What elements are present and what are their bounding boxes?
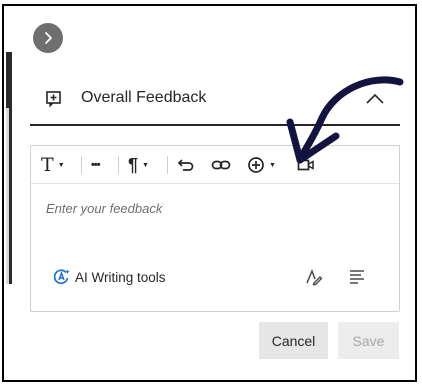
caret-down-icon: ▼	[269, 161, 276, 169]
section-title: Overall Feedback	[81, 89, 207, 106]
cancel-button[interactable]: Cancel	[259, 322, 328, 359]
font-pen-icon	[306, 268, 323, 286]
align-text-button[interactable]	[348, 267, 366, 290]
editor-toolbar: T ▼ ••• ¶ ▼ ▼	[31, 146, 399, 184]
align-left-icon	[350, 270, 364, 284]
more-icon: •••	[91, 159, 101, 171]
toolbar-separator	[118, 156, 119, 174]
expand-panel-button[interactable]	[33, 23, 63, 53]
toolbar-separator	[167, 156, 168, 174]
undo-button[interactable]	[177, 152, 195, 178]
undo-icon	[177, 159, 194, 171]
text-style-icon: T	[41, 154, 54, 176]
video-camera-icon	[297, 159, 314, 171]
record-video-button[interactable]	[297, 152, 315, 178]
feedback-add-icon	[46, 91, 61, 108]
caret-down-icon: ▼	[142, 161, 149, 169]
header-divider	[30, 124, 400, 126]
text-format-button[interactable]	[304, 267, 324, 292]
ai-writing-tools-label: AI Writing tools	[75, 269, 166, 285]
caret-down-icon: ▼	[57, 161, 65, 169]
plus-circle-icon	[248, 157, 264, 173]
toolbar-separator	[81, 156, 82, 174]
paragraph-icon: ¶	[128, 154, 139, 175]
text-style-dropdown[interactable]: T ▼	[41, 152, 65, 178]
feedback-editor: T ▼ ••• ¶ ▼ ▼ Enter your feedback AI Wri…	[30, 145, 400, 312]
link-icon	[211, 160, 231, 170]
chevron-right-icon	[45, 32, 52, 44]
ai-sparkle-icon	[53, 269, 70, 285]
feedback-input[interactable]	[46, 198, 386, 218]
ai-writing-tools-button[interactable]: AI Writing tools	[53, 268, 166, 286]
save-button[interactable]: Save	[338, 322, 399, 359]
left-edge-panel	[6, 108, 9, 284]
insert-content-dropdown[interactable]: ▼	[247, 152, 276, 178]
overall-feedback-header[interactable]: Overall Feedback	[30, 78, 400, 124]
chevron-up-icon[interactable]	[364, 90, 386, 108]
paragraph-dropdown[interactable]: ¶ ▼	[128, 152, 149, 178]
more-options-button[interactable]: •••	[91, 152, 101, 178]
link-button[interactable]	[211, 152, 231, 178]
